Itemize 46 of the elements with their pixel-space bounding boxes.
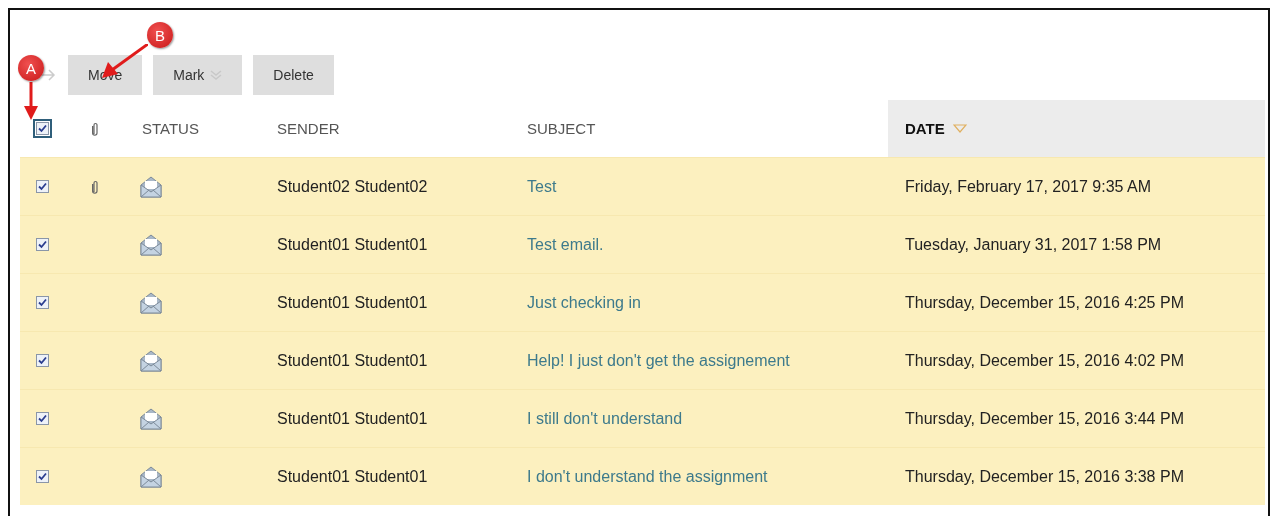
callout-badge: B bbox=[147, 22, 173, 48]
sort-caret-icon bbox=[952, 124, 967, 133]
column-label: DATE bbox=[905, 120, 945, 137]
date-cell-text: Thursday, December 15, 2016 4:25 PM bbox=[904, 292, 1185, 313]
subject-link[interactable]: I don't understand the assignment bbox=[527, 467, 768, 486]
date-cell-text: Thursday, December 15, 2016 3:38 PM bbox=[904, 466, 1185, 487]
open-envelope-icon bbox=[139, 464, 163, 489]
open-envelope-icon bbox=[139, 174, 163, 199]
open-envelope-icon bbox=[139, 406, 163, 431]
subject-link[interactable]: Just checking in bbox=[527, 293, 641, 312]
column-header[interactable]: SENDER bbox=[260, 100, 510, 157]
open-envelope-icon bbox=[139, 232, 163, 257]
date-cell-text: Thursday, December 15, 2016 3:44 PM bbox=[904, 408, 1185, 429]
checkbox[interactable] bbox=[36, 412, 49, 425]
paperclip-icon bbox=[91, 179, 99, 194]
checkbox[interactable] bbox=[36, 122, 49, 135]
sender-cell-text: Student02 Student02 bbox=[276, 176, 429, 197]
date-cell-text: Thursday, December 15, 2016 4:02 PM bbox=[904, 350, 1185, 371]
checkbox[interactable] bbox=[36, 238, 49, 251]
callout-badge: A bbox=[18, 55, 44, 81]
column-header[interactable]: DATE bbox=[888, 100, 1265, 157]
subject-link[interactable]: Test bbox=[527, 177, 557, 196]
column-label: SENDER bbox=[277, 120, 340, 137]
open-envelope-icon bbox=[139, 348, 163, 373]
column-header[interactable]: SUBJECT bbox=[510, 100, 888, 157]
checkbox[interactable] bbox=[36, 296, 49, 309]
toolbar-button[interactable]: Mark bbox=[153, 55, 243, 95]
column-label: STATUS bbox=[142, 120, 199, 137]
sender-cell-text: Student01 Student01 bbox=[276, 292, 429, 313]
column-label: SUBJECT bbox=[527, 120, 596, 137]
open-envelope-icon bbox=[139, 290, 163, 315]
sender-cell-text: Student01 Student01 bbox=[276, 350, 429, 371]
sender-cell-text: Student01 Student01 bbox=[276, 408, 429, 429]
checkbox[interactable] bbox=[36, 354, 49, 367]
subject-link[interactable]: Help! I just don't get the assignement bbox=[527, 351, 790, 370]
subject-link[interactable]: Test email. bbox=[527, 235, 604, 254]
paperclip-icon bbox=[91, 121, 99, 136]
sender-cell-text: Student01 Student01 bbox=[276, 466, 429, 487]
date-cell-text: Tuesday, January 31, 2017 1:58 PM bbox=[904, 234, 1163, 255]
column-header[interactable]: STATUS bbox=[125, 100, 260, 157]
sender-cell-text: Student01 Student01 bbox=[276, 234, 429, 255]
toolbar-button[interactable]: Delete bbox=[253, 55, 334, 95]
subject-link[interactable]: I still don't understand bbox=[527, 409, 683, 428]
date-cell-text: Friday, February 17, 2017 9:35 AM bbox=[904, 176, 1153, 197]
checkbox[interactable] bbox=[36, 180, 49, 193]
checkbox[interactable] bbox=[36, 470, 49, 483]
